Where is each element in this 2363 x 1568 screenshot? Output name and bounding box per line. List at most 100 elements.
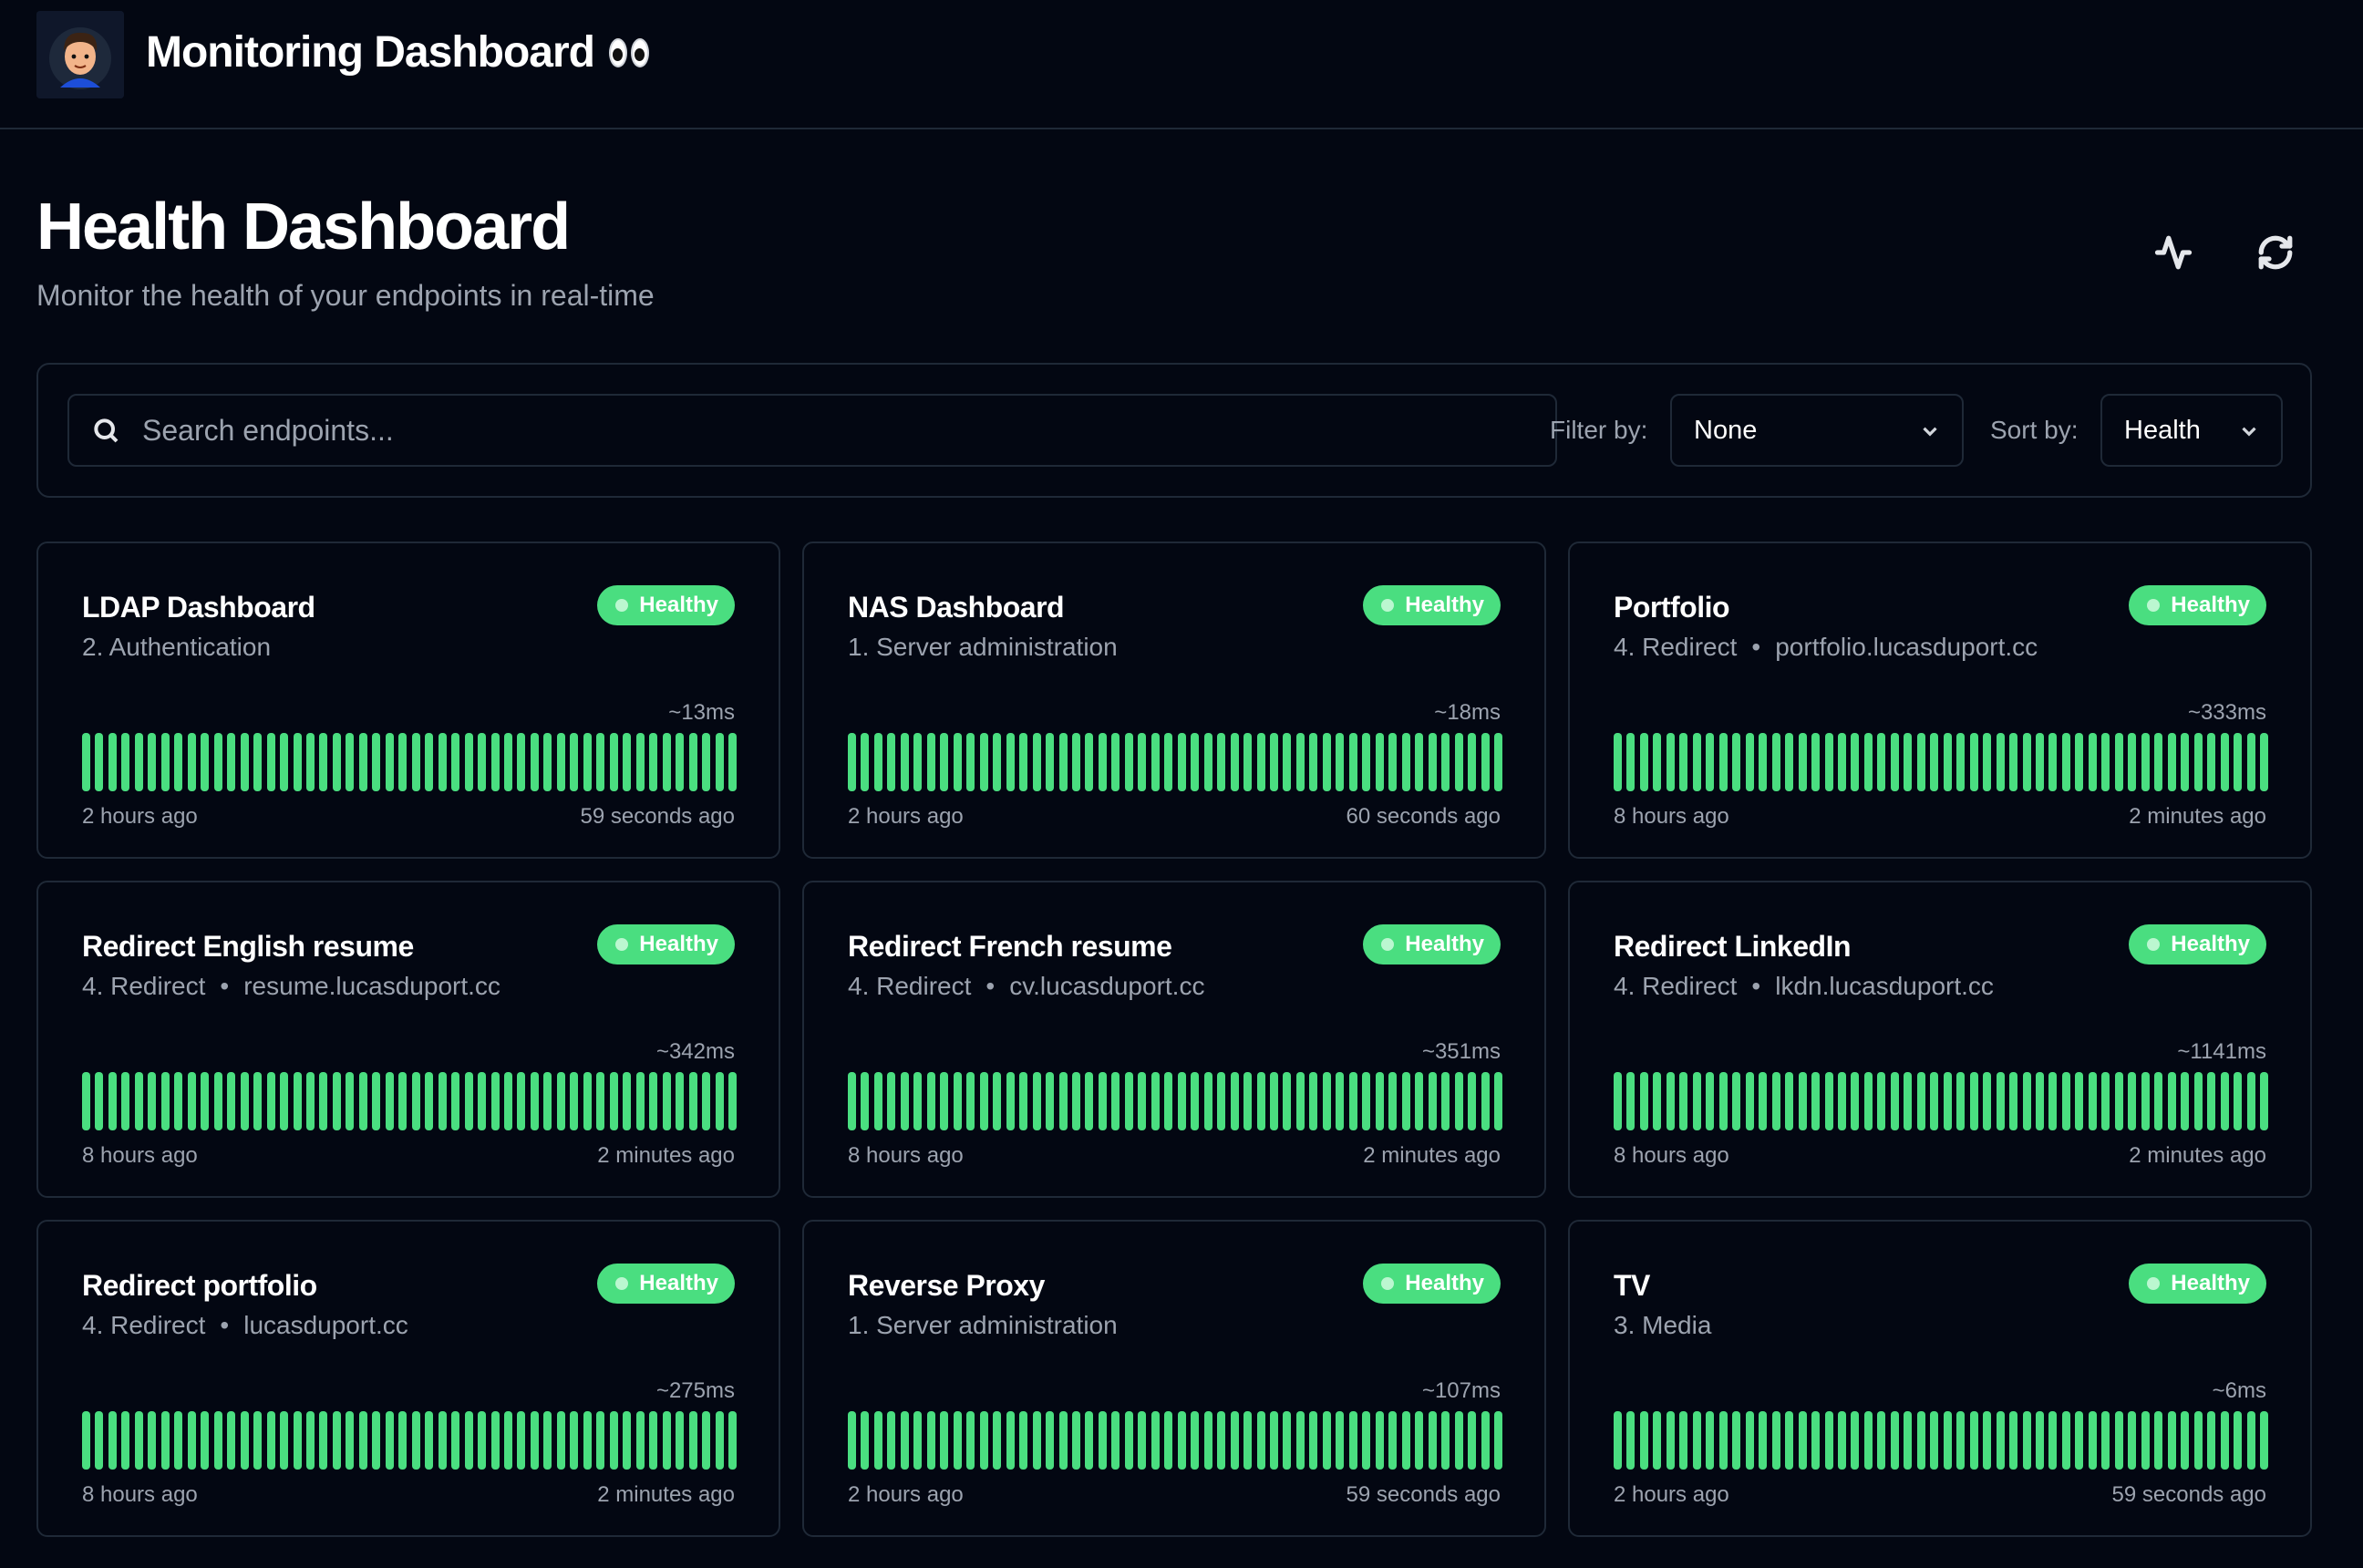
health-check-bar[interactable]: [570, 1411, 579, 1470]
health-check-bar[interactable]: [676, 733, 685, 791]
health-check-bar[interactable]: [609, 733, 618, 791]
health-check-bar[interactable]: [1270, 733, 1278, 791]
health-check-bar[interactable]: [1666, 733, 1675, 791]
health-check-bar[interactable]: [2246, 733, 2255, 791]
health-check-bar[interactable]: [2207, 1411, 2216, 1470]
health-check-bar[interactable]: [490, 1072, 500, 1130]
health-check-bar[interactable]: [1851, 1411, 1860, 1470]
health-check-bar[interactable]: [1863, 1411, 1873, 1470]
health-check-bar[interactable]: [1191, 1411, 1200, 1470]
health-check-bar[interactable]: [148, 733, 157, 791]
health-check-bar[interactable]: [2101, 733, 2110, 791]
health-check-bar[interactable]: [1058, 1072, 1068, 1130]
health-check-bar[interactable]: [1046, 1072, 1055, 1130]
health-check-bar[interactable]: [1085, 1072, 1094, 1130]
health-check-bar[interactable]: [1837, 1411, 1846, 1470]
health-check-bar[interactable]: [583, 733, 592, 791]
health-check-bar[interactable]: [926, 1411, 935, 1470]
health-check-bar[interactable]: [1348, 733, 1357, 791]
health-check-bar[interactable]: [1692, 1072, 1701, 1130]
health-check-bar[interactable]: [1639, 1411, 1648, 1470]
health-check-bar[interactable]: [1309, 733, 1318, 791]
health-check-bar[interactable]: [160, 1072, 170, 1130]
health-check-bar[interactable]: [1718, 733, 1728, 791]
health-check-bar[interactable]: [530, 1411, 539, 1470]
health-check-bar[interactable]: [1916, 1411, 1925, 1470]
health-check-bar[interactable]: [1824, 1411, 1833, 1470]
health-check-bar[interactable]: [1785, 1411, 1794, 1470]
health-check-bar[interactable]: [1837, 733, 1846, 791]
health-check-bar[interactable]: [1493, 1072, 1502, 1130]
health-check-bar[interactable]: [253, 1072, 263, 1130]
health-check-bar[interactable]: [727, 733, 737, 791]
health-check-bar[interactable]: [2061, 1072, 2070, 1130]
health-check-bar[interactable]: [2061, 1411, 2070, 1470]
health-check-bar[interactable]: [1718, 1411, 1728, 1470]
health-check-bar[interactable]: [556, 1411, 565, 1470]
health-check-bar[interactable]: [715, 733, 724, 791]
health-check-bar[interactable]: [2141, 1411, 2150, 1470]
health-check-bar[interactable]: [1375, 1411, 1384, 1470]
health-check-bar[interactable]: [517, 1072, 526, 1130]
health-check-bar[interactable]: [2088, 1072, 2097, 1130]
health-check-bar[interactable]: [1019, 733, 1028, 791]
health-check-bar[interactable]: [1309, 1411, 1318, 1470]
health-check-bar[interactable]: [1375, 733, 1384, 791]
health-check-bar[interactable]: [953, 1072, 962, 1130]
health-check-bar[interactable]: [649, 733, 658, 791]
health-check-bar[interactable]: [1666, 1072, 1675, 1130]
health-check-bar[interactable]: [1270, 1411, 1278, 1470]
health-check-bar[interactable]: [385, 1072, 394, 1130]
health-check-bar[interactable]: [464, 733, 473, 791]
health-check-bar[interactable]: [1336, 733, 1345, 791]
health-check-bar[interactable]: [993, 1411, 1002, 1470]
health-check-bar[interactable]: [900, 1411, 909, 1470]
health-check-bar[interactable]: [1256, 1411, 1265, 1470]
search-box[interactable]: [67, 394, 1557, 467]
health-check-bar[interactable]: [385, 1411, 394, 1470]
health-check-bar[interactable]: [280, 733, 289, 791]
health-check-bar[interactable]: [451, 1411, 460, 1470]
endpoint-card[interactable]: Redirect English resume 4. Redirect • resum…: [36, 881, 780, 1198]
health-check-bar[interactable]: [1890, 1072, 1899, 1130]
health-check-bar[interactable]: [1401, 1072, 1410, 1130]
health-check-bar[interactable]: [1626, 733, 1636, 791]
health-check-bar[interactable]: [358, 733, 367, 791]
health-check-bar[interactable]: [517, 733, 526, 791]
health-check-bar[interactable]: [1071, 733, 1080, 791]
health-check-bar[interactable]: [2088, 1411, 2097, 1470]
health-check-bar[interactable]: [940, 1072, 949, 1130]
health-check-bar[interactable]: [1706, 733, 1715, 791]
health-check-bar[interactable]: [1138, 1072, 1147, 1130]
health-check-bar[interactable]: [1362, 1411, 1371, 1470]
health-check-bar[interactable]: [1692, 733, 1701, 791]
health-check-bar[interactable]: [227, 733, 236, 791]
health-check-bar[interactable]: [464, 1072, 473, 1130]
health-check-bar[interactable]: [1706, 1072, 1715, 1130]
health-check-bar[interactable]: [2048, 1411, 2058, 1470]
health-check-bar[interactable]: [319, 733, 328, 791]
health-check-bar[interactable]: [305, 1072, 315, 1130]
health-check-bar[interactable]: [2075, 733, 2084, 791]
health-check-bar[interactable]: [688, 733, 697, 791]
health-check-bar[interactable]: [1983, 1072, 1992, 1130]
health-check-bar[interactable]: [411, 733, 420, 791]
health-check-bar[interactable]: [570, 1072, 579, 1130]
health-check-bar[interactable]: [1943, 733, 1952, 791]
health-check-bar[interactable]: [372, 1411, 381, 1470]
health-check-bar[interactable]: [280, 1072, 289, 1130]
health-check-bar[interactable]: [121, 733, 130, 791]
health-check-bar[interactable]: [1930, 1411, 1939, 1470]
health-check-bar[interactable]: [438, 1072, 447, 1130]
health-check-bar[interactable]: [2061, 733, 2070, 791]
health-check-bar[interactable]: [108, 1072, 117, 1130]
health-check-bar[interactable]: [1230, 1072, 1239, 1130]
health-check-bar[interactable]: [1969, 1072, 1978, 1130]
health-check-bar[interactable]: [2036, 1411, 2044, 1470]
health-check-bar[interactable]: [478, 733, 487, 791]
health-check-bar[interactable]: [1877, 1072, 1886, 1130]
health-check-bar[interactable]: [1745, 1072, 1754, 1130]
health-check-bar[interactable]: [1943, 1411, 1952, 1470]
health-check-bar[interactable]: [2154, 733, 2163, 791]
health-check-bar[interactable]: [174, 733, 183, 791]
